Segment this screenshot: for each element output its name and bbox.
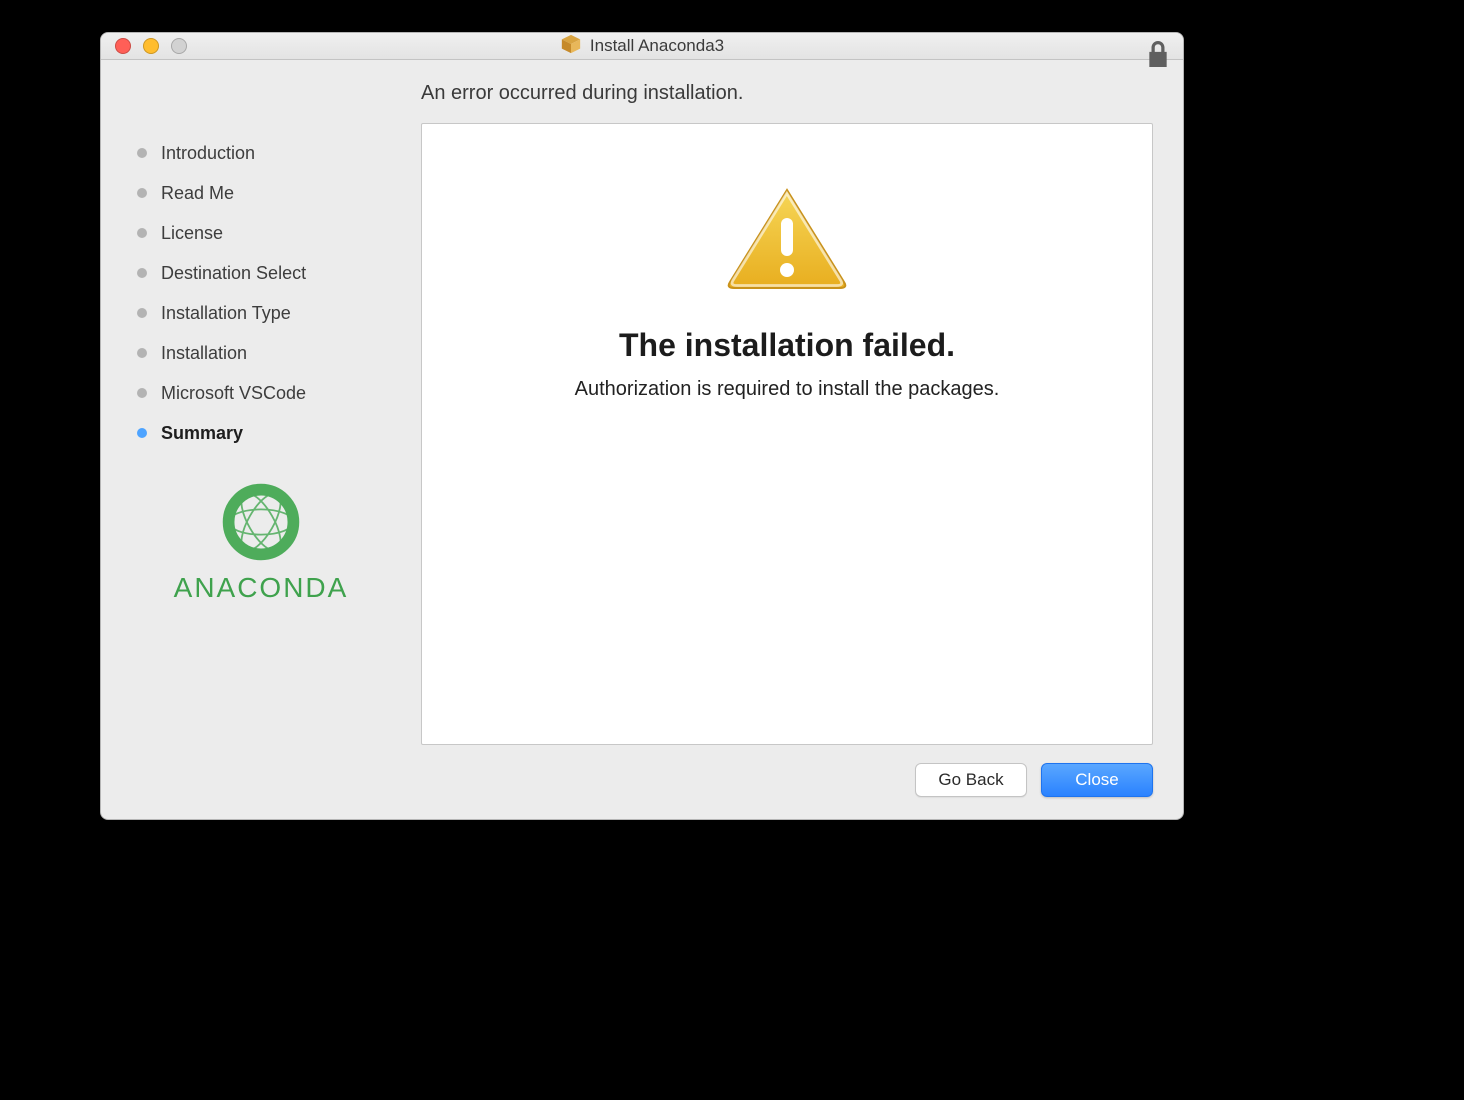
step-installation: Installation	[131, 333, 421, 373]
step-introduction: Introduction	[131, 133, 421, 173]
close-window-button[interactable]	[115, 38, 131, 54]
failure-title: The installation failed.	[619, 327, 955, 364]
step-bullet-icon	[137, 148, 147, 158]
lock-icon[interactable]	[1147, 41, 1169, 72]
step-label: Summary	[161, 423, 243, 444]
anaconda-ring-icon	[216, 477, 306, 567]
installer-sidebar: Introduction Read Me License Destin	[131, 123, 421, 745]
anaconda-wordmark: ANACONDA	[131, 572, 391, 604]
failure-message: Authorization is required to install the…	[575, 378, 1000, 401]
step-bullet-icon	[137, 348, 147, 358]
step-label: Destination Select	[161, 263, 306, 284]
step-destination-select: Destination Select	[131, 253, 421, 293]
package-icon	[560, 33, 582, 60]
step-label: Introduction	[161, 143, 255, 164]
close-button[interactable]: Close	[1041, 763, 1153, 797]
zoom-window-button[interactable]	[171, 38, 187, 54]
step-bullet-icon	[137, 268, 147, 278]
step-bullet-icon	[137, 388, 147, 398]
anaconda-logo: ANACONDA	[131, 477, 391, 604]
step-label: Read Me	[161, 183, 234, 204]
titlebar: Install Anaconda3	[101, 33, 1183, 60]
step-bullet-icon	[137, 188, 147, 198]
window-controls	[115, 38, 187, 54]
step-microsoft-vscode: Microsoft VSCode	[131, 373, 421, 413]
go-back-button[interactable]: Go Back	[915, 763, 1027, 797]
warning-triangle-icon	[722, 184, 852, 299]
content-pane: The installation failed. Authorization i…	[421, 123, 1153, 745]
step-label: License	[161, 223, 223, 244]
step-label: Installation Type	[161, 303, 291, 324]
step-read-me: Read Me	[131, 173, 421, 213]
step-bullet-icon	[137, 428, 147, 438]
step-bullet-icon	[137, 228, 147, 238]
minimize-window-button[interactable]	[143, 38, 159, 54]
step-label: Installation	[161, 343, 247, 364]
step-label: Microsoft VSCode	[161, 383, 306, 404]
step-bullet-icon	[137, 308, 147, 318]
page-heading: An error occurred during installation.	[101, 60, 1183, 123]
step-summary: Summary	[131, 413, 421, 453]
button-row: Go Back Close	[101, 745, 1183, 819]
step-installation-type: Installation Type	[131, 293, 421, 333]
window-title: Install Anaconda3	[590, 36, 724, 56]
installer-window: Install Anaconda3 An error occurred duri…	[100, 32, 1184, 820]
step-license: License	[131, 213, 421, 253]
go-back-label: Go Back	[938, 770, 1003, 790]
close-label: Close	[1075, 770, 1118, 790]
